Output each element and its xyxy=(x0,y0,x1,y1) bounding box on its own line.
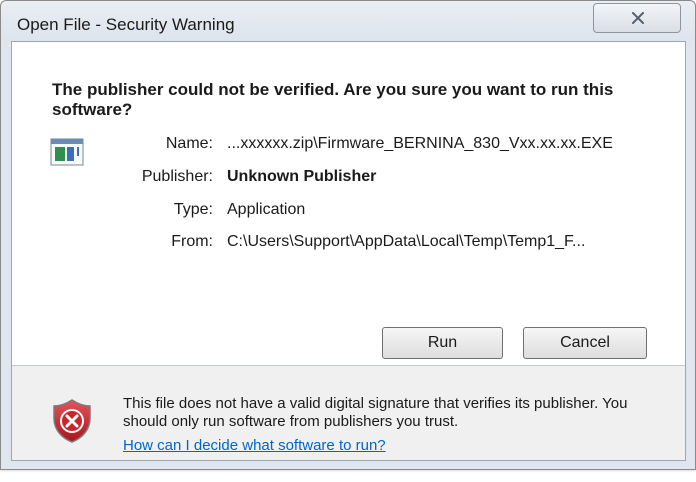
from-value: C:\Users\Support\AppData\Local\Temp\Temp… xyxy=(227,233,586,250)
type-label: Type: xyxy=(173,201,213,218)
detail-row-type: Type: Application xyxy=(12,201,685,223)
publisher-label: Publisher: xyxy=(141,168,213,185)
detail-row-name: Name: ...xxxxxx.zip\Firmware_BERNINA_830… xyxy=(12,135,685,157)
close-button[interactable] xyxy=(593,3,681,33)
dialog-content: The publisher could not be verified. Are… xyxy=(11,41,686,461)
cancel-button[interactable]: Cancel xyxy=(523,327,647,359)
name-label: Name: xyxy=(165,135,213,152)
publisher-value: Unknown Publisher xyxy=(227,168,377,185)
warning-text: This file does not have a valid digital … xyxy=(123,395,628,430)
close-icon xyxy=(632,12,644,24)
title-bar[interactable]: Open File - Security Warning xyxy=(1,1,695,41)
help-link[interactable]: How can I decide what software to run? xyxy=(123,437,386,454)
warning-footer: This file does not have a valid digital … xyxy=(12,366,685,460)
name-value: ...xxxxxx.zip\Firmware_BERNINA_830_Vxx.x… xyxy=(227,135,613,152)
dialog-title: Open File - Security Warning xyxy=(17,15,235,34)
detail-row-from: From: C:\Users\Support\AppData\Local\Tem… xyxy=(12,233,685,255)
run-button[interactable]: Run xyxy=(382,327,503,359)
security-shield-x-icon xyxy=(53,399,91,443)
security-warning-dialog: Open File - Security Warning The publish… xyxy=(0,0,696,470)
detail-row-publisher: Publisher: Unknown Publisher xyxy=(12,168,685,190)
warning-headline: The publisher could not be verified. Are… xyxy=(52,80,614,119)
from-label: From: xyxy=(171,233,213,250)
type-value: Application xyxy=(227,201,306,218)
